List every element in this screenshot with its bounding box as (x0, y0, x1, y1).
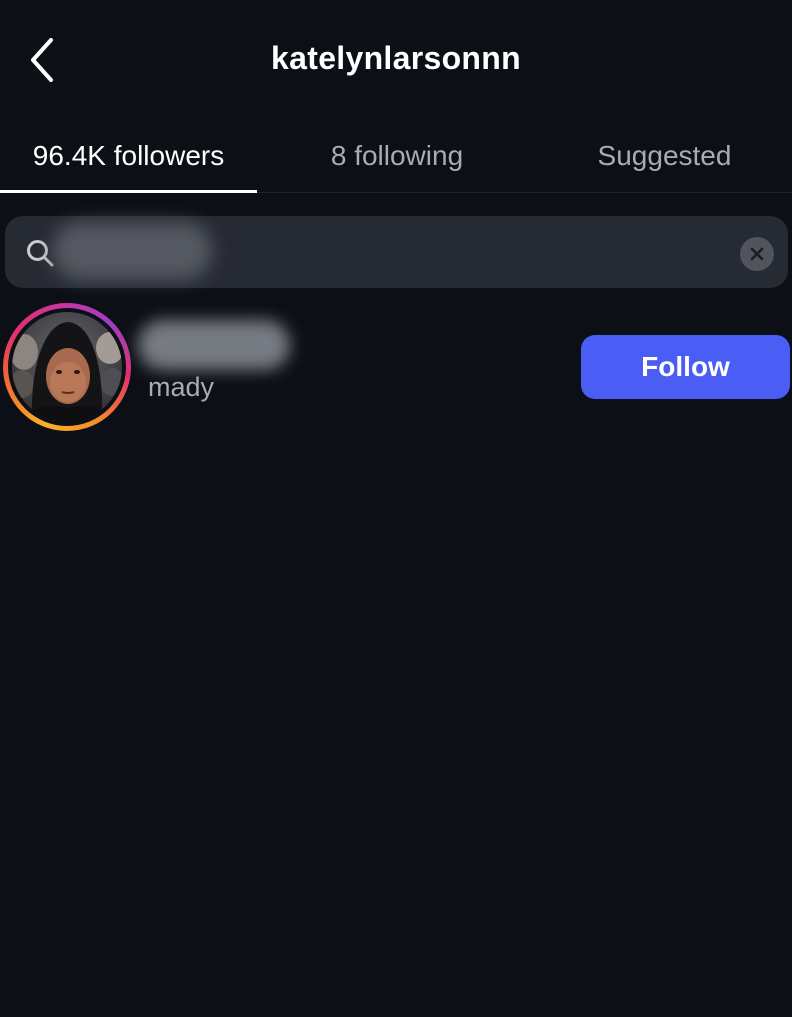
search-input[interactable] (65, 230, 729, 276)
profile-photo (12, 312, 122, 422)
display-name: mady (148, 372, 215, 402)
followers-screen: katelynlarsonnn 96.4K followers 8 follow… (0, 0, 792, 1017)
follow-button[interactable]: Follow (581, 335, 790, 399)
search-icon (27, 240, 54, 267)
chevron-left-icon (31, 38, 53, 82)
search-bar[interactable] (5, 216, 788, 288)
tab-followers-label: 96.4K followers (32, 140, 225, 171)
story-ring[interactable] (3, 303, 131, 431)
clear-search-button[interactable] (740, 237, 774, 271)
clear-icon (750, 247, 764, 261)
tab-suggested[interactable]: Suggested (537, 120, 792, 192)
tab-followers[interactable]: 96.4K followers (0, 120, 257, 193)
active-tab-indicator (0, 190, 257, 193)
page-title: katelynlarsonnn (271, 40, 521, 76)
tab-following[interactable]: 8 following (257, 120, 537, 192)
back-button[interactable] (16, 32, 68, 88)
header: katelynlarsonnn (0, 0, 792, 120)
tab-following-label: 8 following (330, 140, 464, 171)
tab-suggested-label: Suggested (597, 140, 732, 171)
tab-bar: 96.4K followers 8 following Suggested (0, 120, 792, 193)
avatar (12, 312, 122, 422)
